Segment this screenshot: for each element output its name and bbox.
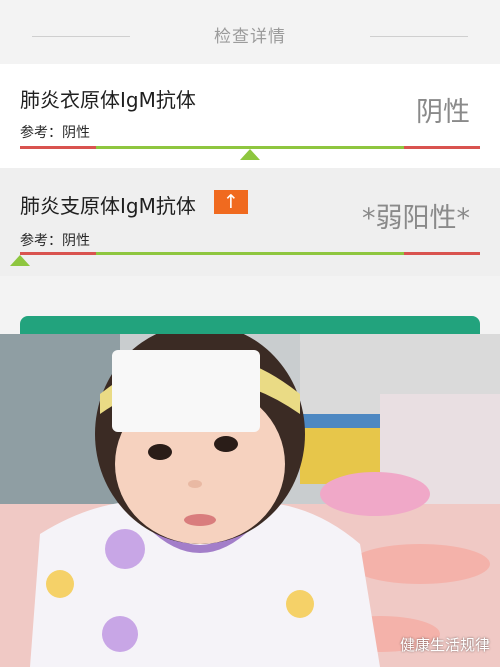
test-item-name: 肺炎支原体IgM抗体 — [20, 194, 196, 218]
child-photo: 健康生活规律 — [0, 334, 500, 667]
range-high-segment — [404, 146, 480, 149]
range-normal-segment — [96, 252, 404, 255]
result-marker-icon — [240, 149, 260, 160]
test-item-name: 肺炎衣原体IgM抗体 — [20, 88, 196, 112]
page-header: 检查详情 — [0, 0, 500, 64]
range-low-segment — [20, 252, 96, 255]
test-result: 阴性 — [416, 97, 470, 128]
result-card-chlamydia[interactable]: 肺炎衣原体IgM抗体 参考：阴性 阴性 — [0, 64, 500, 168]
watermark-text: 健康生活规律 — [399, 636, 490, 654]
reference-range-bar — [20, 252, 480, 255]
page-title: 检查详情 — [214, 27, 286, 47]
result-marker-icon — [10, 255, 30, 266]
reference-value: 参考：阴性 — [20, 125, 90, 141]
reference-value: 参考：阴性 — [20, 233, 90, 249]
header-divider-right — [370, 36, 468, 37]
range-low-segment — [20, 146, 96, 149]
up-arrow-icon: ↑ — [214, 190, 248, 214]
child-photo-illustration — [0, 334, 500, 667]
result-card-mycoplasma[interactable]: 肺炎支原体IgM抗体 ↑ 参考：阴性 *弱阳性* — [0, 168, 500, 276]
range-high-segment — [404, 252, 480, 255]
test-result: *弱阳性* — [362, 203, 470, 234]
